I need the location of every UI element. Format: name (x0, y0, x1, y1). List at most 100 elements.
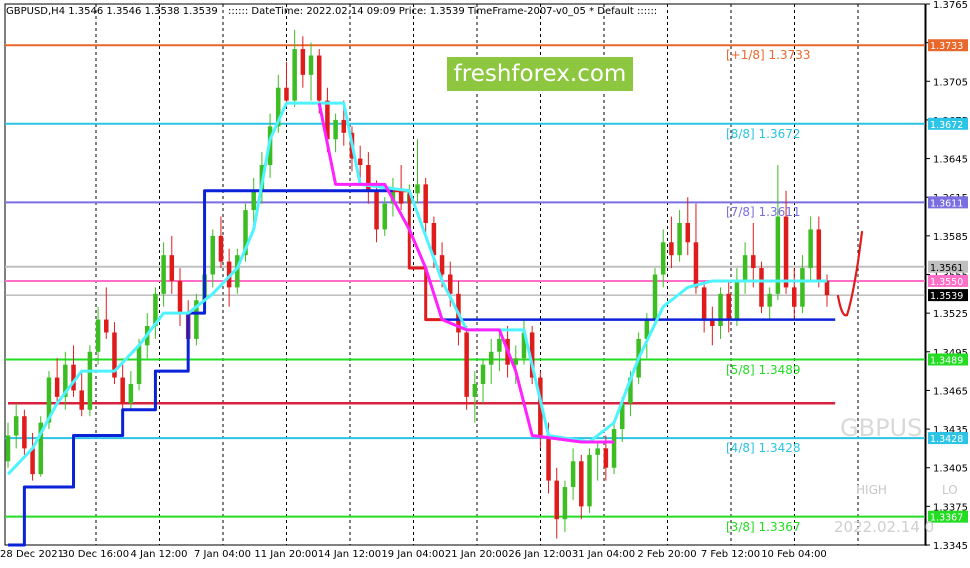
candle-body (767, 293, 772, 307)
candle-body (300, 49, 306, 75)
brand-banner: freshforex.com (447, 57, 633, 91)
candle-body (497, 338, 502, 352)
candle-body (554, 480, 559, 520)
level-label: [+1/8] 1.3733 (726, 48, 811, 63)
candle-body (218, 235, 224, 262)
level-axis-value: 1.3561 (930, 263, 963, 274)
watermark-date: 2022.02.14 0 (834, 518, 935, 536)
candle-body (693, 242, 699, 288)
candle-body (669, 242, 674, 256)
level-axis-value: 1.3367 (930, 513, 963, 524)
level-label: [3/8] 1.3367 (726, 519, 801, 534)
candle-body (5, 435, 11, 462)
candle-body (439, 255, 445, 275)
level-axis-value: 1.3733 (930, 41, 963, 52)
candle-body (718, 293, 723, 327)
candle-body (677, 222, 682, 256)
candle-body (742, 255, 748, 281)
level-axis-value: 1.3611 (930, 198, 963, 209)
candle-body (660, 242, 666, 275)
x-tick-label: 31 Jan 04:00 (572, 549, 635, 560)
x-tick-label: 2 Feb 20:00 (637, 549, 696, 560)
candle-body (546, 435, 551, 481)
candle-body (341, 119, 347, 133)
candle-body (415, 184, 420, 194)
x-tick-label: 11 Jan 20:00 (254, 549, 317, 560)
level-axis-value: 1.3672 (930, 120, 963, 131)
candle-body (316, 55, 322, 101)
candle-body (120, 377, 125, 404)
candle-body (22, 416, 27, 449)
y-tick-label: 1.3525 (933, 309, 968, 320)
candle-body (104, 319, 109, 333)
x-tick-label: 4 Jan 12:00 (131, 549, 188, 560)
candle-body (595, 448, 600, 455)
candle-body (800, 268, 805, 307)
candle-body (13, 416, 19, 436)
level-label: [8/8] 1.3672 (726, 126, 801, 141)
candle-body (161, 255, 166, 294)
current-price-value: 1.3539 (930, 291, 963, 302)
candle-body (726, 293, 731, 320)
y-tick-label: 1.3765 (933, 0, 968, 11)
candle-body (759, 268, 764, 307)
candle-body (423, 184, 428, 223)
x-tick-label: 30 Dec 16:00 (62, 549, 129, 560)
x-tick-label: 21 Jan 20:00 (445, 549, 508, 560)
candle-body (284, 87, 289, 101)
candle-body (562, 487, 568, 520)
y-tick-label: 1.3405 (933, 464, 968, 475)
candle-body (308, 55, 314, 75)
candle-body (95, 319, 101, 352)
level-label: [5/8] 1.3489 (726, 362, 801, 377)
x-tick-label: 7 Jan 04:00 (194, 549, 251, 560)
level-axis-value: 1.3550 (930, 277, 963, 288)
candle-body (603, 448, 609, 468)
watermark-high: HIGH (856, 483, 887, 497)
y-tick-label: 1.3585 (933, 232, 968, 243)
x-tick-label: 10 Feb 04:00 (761, 549, 827, 560)
candle-body (79, 390, 84, 410)
candle-body (791, 287, 797, 307)
candle-body (128, 383, 134, 404)
candle-body (169, 255, 175, 281)
candle-body (587, 454, 592, 507)
candle-body (357, 158, 363, 166)
candle-body (333, 119, 338, 140)
x-tick-label: 26 Jan 12:00 (508, 549, 571, 560)
info-header: :::::: DateTime: 2022.02.14 09:09 Price:… (228, 6, 658, 17)
y-tick-label: 1.3645 (933, 155, 968, 166)
candle-body (251, 190, 256, 211)
candle-body (685, 222, 691, 243)
y-tick-label: 1.3465 (933, 386, 968, 397)
candle-body (54, 377, 60, 397)
candle-body (30, 448, 35, 475)
candle-body (652, 274, 658, 320)
candle-body (210, 235, 216, 275)
candle-body (570, 461, 576, 488)
candle-body (816, 229, 822, 281)
candle-body (701, 287, 707, 320)
watermark-symbol: GBPUS (840, 414, 923, 442)
candle-body (464, 332, 469, 397)
candle-body (488, 351, 494, 365)
x-tick-label: 28 Dec 2021 (0, 549, 64, 560)
candle-body (136, 345, 142, 384)
symbol-header: GBPUSD,H4 1.3546 1.3546 1.3538 1.3539 (6, 6, 218, 17)
candle-body (783, 216, 789, 288)
watermark-low: LO (942, 483, 958, 497)
candle-body (87, 351, 93, 410)
level-label: [7/8] 1.3611 (726, 205, 801, 220)
candle-body (480, 364, 486, 384)
y-tick-label: 1.3345 (933, 541, 968, 552)
x-tick-label: 19 Jan 04:00 (381, 549, 444, 560)
candle-body (382, 203, 387, 230)
candle-body (808, 229, 813, 269)
level-axis-value: 1.3489 (930, 356, 963, 367)
candle-body (579, 461, 584, 507)
candle-body (751, 255, 756, 269)
y-tick-label: 1.3705 (933, 77, 968, 88)
candle-body (398, 190, 404, 204)
level-label: [4/8] 1.3428 (726, 441, 801, 456)
x-tick-label: 14 Jan 12:00 (318, 549, 381, 560)
